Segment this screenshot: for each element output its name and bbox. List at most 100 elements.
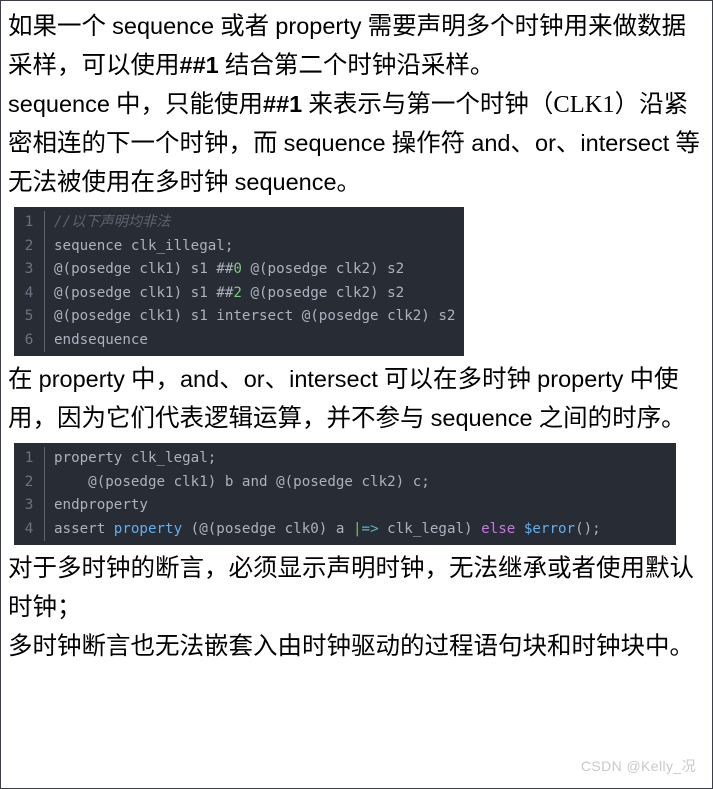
- text-run-property: property: [537, 366, 624, 392]
- paragraph-1: 如果一个 sequence 或者 property 需要声明多个时钟用来做数据采…: [8, 7, 705, 85]
- code-token: 0: [233, 261, 242, 277]
- code-line-text: endsequence: [54, 329, 148, 353]
- gutter-separator: [44, 447, 45, 471]
- code-line-text: @(posedge clk1) b and @(posedge clk2) c;: [54, 471, 430, 495]
- text-run: 操作符: [391, 130, 466, 157]
- code-line-text: endproperty: [54, 494, 148, 518]
- code-line: 5 @(posedge clk1) s1 intersect @(posedge …: [14, 305, 464, 329]
- code-line-number: 3: [24, 497, 34, 513]
- code-token: 2: [233, 284, 242, 301]
- code-line-text: @(posedge clk1) s1 ##0 @(posedge clk2) s…: [54, 258, 404, 282]
- text-run-sequence: sequence: [430, 405, 533, 431]
- text-run-property: property: [38, 366, 125, 392]
- paragraph-4: 对于多时钟的断言，必须显示声明时钟，无法继承或者使用默认时钟；: [8, 549, 705, 627]
- code-line: 3 @(posedge clk1) s1 ##0 @(posedge clk2) …: [14, 258, 464, 282]
- code-token: @(posedge clk2) s2: [241, 284, 405, 301]
- text-run-intersect: intersect: [289, 366, 378, 392]
- code-token: //以下声明均非法: [54, 214, 171, 230]
- code-token: assert: [54, 520, 114, 537]
- code-line-number: 1: [24, 450, 34, 466]
- paragraph-2: sequence 中，只能使用##1 来表示与第一个时钟（CLK1）沿紧密相连的…: [8, 85, 705, 202]
- text-run: 对于多时钟的断言，必须显示声明时钟，无法继承或者使用默认时钟；: [8, 555, 694, 621]
- code-token: |: [352, 520, 362, 537]
- text-run-sequence: sequence: [283, 130, 386, 156]
- text-run: 中，只能使用: [116, 91, 264, 118]
- code-line-number: 2: [24, 473, 34, 490]
- gutter-separator: [44, 494, 45, 518]
- code-line: 1 //以下声明均非法: [14, 211, 464, 235]
- code-token: sequence clk_illegal;: [54, 237, 234, 254]
- code-line-number: 5: [24, 308, 34, 324]
- gutter-separator: [44, 281, 45, 305]
- code-token: ();: [575, 520, 601, 537]
- text-run: 在: [8, 366, 33, 393]
- document-page: 如果一个 sequence 或者 property 需要声明多个时钟用来做数据采…: [0, 0, 713, 789]
- code-token: @(posedge clk1) s1 ##: [54, 261, 234, 277]
- text-run-delay-op: ##1: [263, 91, 303, 117]
- text-run-or: or: [243, 366, 265, 392]
- text-run: 。: [336, 169, 362, 196]
- text-run-delay-op: ##1: [179, 52, 219, 78]
- gutter-separator: [44, 470, 45, 494]
- code-token: @(posedge clk1) b and @(posedge clk2) c;: [54, 473, 430, 490]
- text-run-sequence: sequence: [8, 91, 110, 117]
- code-block-illegal-sequence[interactable]: 1 //以下声明均非法 2 sequence clk_illegal; 3 @(posed…: [14, 207, 464, 356]
- code-line-text: property clk_legal;: [54, 447, 216, 471]
- text-run-sequence: sequence: [112, 13, 215, 39]
- code-line-text: @(posedge clk1) s1 intersect @(posedge c…: [54, 305, 455, 329]
- code-line-text: sequence clk_illegal;: [54, 235, 233, 259]
- text-run-sequence: sequence: [234, 169, 337, 195]
- gutter-separator: [44, 328, 45, 352]
- code-token: property: [113, 520, 183, 537]
- paragraph-5: 多时钟断言也无法嵌套入由时钟驱动的过程语句块和时钟块中。: [8, 627, 705, 666]
- code-line-text: //以下声明均非法: [54, 211, 170, 235]
- text-run-or: or: [535, 130, 556, 156]
- code-token: endsequence: [54, 331, 148, 348]
- text-run: 之间的时序。: [538, 405, 686, 432]
- code-token: else: [481, 520, 516, 537]
- code-line: 2 sequence clk_illegal;: [14, 234, 464, 259]
- text-run-intersect: intersect: [580, 130, 670, 156]
- paragraph-3: 在 property 中，and、or、intersect 可以在多时钟 pro…: [8, 360, 705, 438]
- code-line: 4 @(posedge clk1) s1 ##2 @(posedge clk2) …: [14, 281, 464, 306]
- code-token: =>: [361, 520, 379, 537]
- text-run: 、: [510, 130, 536, 157]
- code-token: endproperty: [54, 497, 148, 513]
- code-line-number: 3: [24, 261, 34, 277]
- gutter-separator: [44, 305, 45, 329]
- text-run: 如果一个: [8, 13, 106, 40]
- code-line-text: assert property (@(posedge clk0) a |=> c…: [54, 518, 601, 542]
- text-run: 、: [264, 366, 290, 393]
- code-line-text: @(posedge clk1) s1 ##2 @(posedge clk2) s…: [54, 282, 404, 306]
- code-line-number: 4: [24, 520, 34, 537]
- code-line: 2 @(posedge clk1) b and @(posedge clk2) …: [14, 470, 676, 495]
- gutter-separator: [44, 211, 45, 235]
- text-run: 或者: [220, 13, 270, 40]
- text-run: 结合第二个时钟沿采样。: [224, 52, 495, 79]
- code-line-number: 4: [24, 284, 34, 301]
- code-token: @(posedge clk1) s1 intersect @(posedge c…: [54, 308, 456, 324]
- code-token: @(posedge clk1) s1 ##: [54, 284, 234, 301]
- text-run: 、: [555, 130, 581, 157]
- text-run: 可以在多时钟: [384, 366, 532, 393]
- text-run: 、: [219, 366, 244, 393]
- gutter-separator: [44, 517, 45, 541]
- code-token: clk_legal): [378, 520, 482, 537]
- code-line: 6 endsequence: [14, 328, 464, 353]
- code-line: 3 endproperty: [14, 494, 676, 518]
- gutter-separator: [44, 258, 45, 282]
- code-line: 4 assert property (@(posedge clk0) a |=> …: [14, 517, 676, 542]
- code-token: (@(posedge clk0) a: [182, 520, 353, 537]
- gutter-separator: [44, 234, 45, 258]
- text-run-and: and: [179, 366, 220, 392]
- code-token: property clk_legal;: [54, 450, 217, 466]
- code-block-legal-property[interactable]: 1 property clk_legal; 2 @(posedge clk1) b …: [14, 443, 676, 545]
- code-line: 1 property clk_legal;: [14, 447, 676, 471]
- watermark: CSDN @Kelly_况: [580, 758, 696, 774]
- text-run-and: and: [471, 130, 511, 156]
- code-line-number: 1: [24, 214, 34, 230]
- code-token: @(posedge clk2) s2: [241, 261, 405, 277]
- code-token: $error: [523, 520, 576, 537]
- text-run: 多时钟断言也无法嵌套入由时钟驱动的过程语句块和时钟块中。: [8, 633, 694, 660]
